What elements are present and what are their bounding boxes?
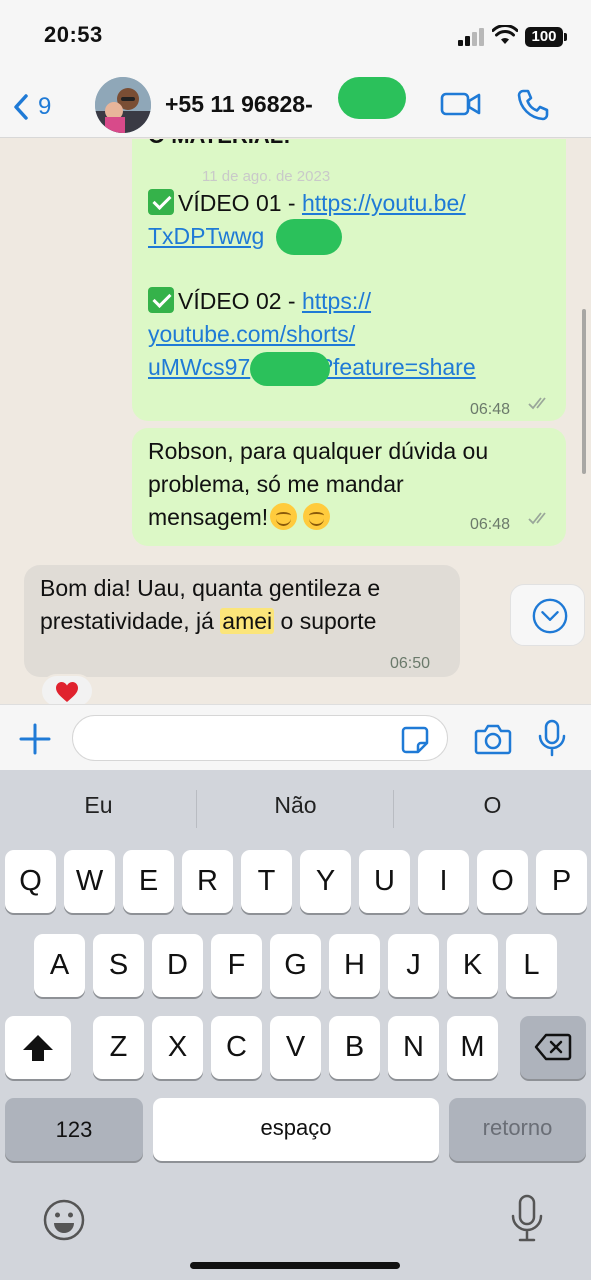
key-u[interactable]: U [359,850,410,913]
key-y[interactable]: Y [300,850,351,913]
contact-name[interactable]: +55 11 96828- [165,91,313,118]
key-r[interactable]: R [182,850,233,913]
message-time: 06:50 [390,655,431,672]
video-2-line-2: youtube.com/shorts/ [148,318,355,351]
backspace-key[interactable] [520,1016,586,1079]
key-b[interactable]: B [329,1016,380,1079]
key-o[interactable]: O [477,850,528,913]
check-mark-icon [148,189,174,215]
scroll-indicator[interactable] [582,309,586,474]
key-h[interactable]: H [329,934,380,997]
key-e[interactable]: E [123,850,174,913]
battery-icon: 100 [525,27,567,47]
read-ticks-icon [528,397,546,410]
heart-reaction[interactable] [40,674,94,704]
key-t[interactable]: T [241,850,292,913]
phone-icon[interactable] [515,87,551,123]
key-f[interactable]: F [211,934,262,997]
dictation-microphone-icon[interactable] [510,1194,544,1242]
key-p[interactable]: P [536,850,587,913]
chat-area[interactable]: O MATERIAL: 11 de ago. de 2023 VÍDEO 01 … [0,139,591,704]
key-n[interactable]: N [388,1016,439,1079]
video-1-link[interactable]: https://youtu.be/ [302,190,466,216]
prediction-3[interactable]: O [394,792,591,819]
space-key[interactable]: espaço [153,1098,439,1161]
video-1-link-cont[interactable]: TxDPTwwg [148,223,264,249]
key-v[interactable]: V [270,1016,321,1079]
message-input-bar [0,704,591,770]
redaction-mark [276,219,342,255]
highlighted-word: amei [220,608,275,634]
message-time: 06:48 [470,401,511,418]
redaction-mark [338,77,406,119]
incoming-message[interactable]: Bom dia! Uau, quanta gentileza e prestat… [24,565,460,677]
video-call-icon[interactable] [440,89,482,119]
key-g[interactable]: G [270,934,321,997]
key-a[interactable]: A [34,934,85,997]
smiling-face-icon [270,503,298,530]
read-ticks-icon [528,512,546,525]
key-j[interactable]: J [388,934,439,997]
emoji-icon[interactable] [42,1198,86,1242]
key-m[interactable]: M [447,1016,498,1079]
plus-icon[interactable] [18,722,52,756]
key-c[interactable]: C [211,1016,262,1079]
key-x[interactable]: X [152,1016,203,1079]
home-indicator[interactable] [190,1262,400,1269]
microphone-icon[interactable] [537,719,567,757]
numbers-key[interactable]: 123 [5,1098,143,1161]
key-z[interactable]: Z [93,1016,144,1079]
status-time: 20:53 [44,22,103,47]
prediction-2[interactable]: Não [197,792,394,819]
key-w[interactable]: W [64,850,115,913]
shift-key[interactable] [5,1016,71,1079]
prediction-bar: Eu Não O [0,770,591,848]
camera-icon[interactable] [474,723,512,755]
video-2-link-cont[interactable]: youtube.com/shorts/ [148,321,355,347]
check-mark-icon [148,287,174,313]
video-2-link-cont-2[interactable]: uMWcs97 [148,354,250,380]
outgoing-message[interactable]: O MATERIAL: 11 de ago. de 2023 VÍDEO 01 … [132,139,566,421]
video-2-link-cont-3[interactable]: ?feature=share [320,354,475,380]
video-2-link[interactable]: https:// [302,288,371,314]
smiling-face-icon [303,503,331,530]
scroll-to-bottom-button[interactable] [510,584,585,646]
video-1-line: VÍDEO 01 - https://youtu.be/ [148,187,466,220]
chevron-left-icon [14,94,28,120]
key-i[interactable]: I [418,850,469,913]
backspace-icon [534,1033,572,1061]
key-d[interactable]: D [152,934,203,997]
key-s[interactable]: S [93,934,144,997]
video-1-line-2: TxDPTwwg [148,220,264,253]
avatar[interactable] [95,77,151,133]
unread-count: 9 [38,93,52,120]
heart-icon [56,682,78,702]
shift-arrow-icon [23,1035,53,1061]
message-text: O MATERIAL: [148,139,291,152]
video-2-line: VÍDEO 02 - https:// [148,285,371,318]
key-l[interactable]: L [506,934,557,997]
redaction-mark [250,352,330,386]
message-input[interactable] [72,715,448,761]
back-button[interactable]: 9 [12,87,51,127]
cellular-signal-icon [458,28,484,46]
key-q[interactable]: Q [5,850,56,913]
chat-header: 9 +55 11 96828- [0,75,591,138]
message-text: Robson, para qualquer dúvida ou problema… [148,438,489,530]
outgoing-message[interactable]: Robson, para qualquer dúvida ou problema… [132,428,566,546]
return-key[interactable]: retorno [449,1098,586,1161]
wifi-icon [492,25,518,44]
chevron-down-circle-icon [532,598,568,634]
message-text: Bom dia! Uau, quanta gentileza e prestat… [40,575,381,634]
prediction-1[interactable]: Eu [0,792,197,819]
status-bar: 20:53 100 [0,0,591,75]
key-k[interactable]: K [447,934,498,997]
keyboard: Eu Não O Q W E R T Y U I O P A S D F G H… [0,770,591,1280]
sticker-icon[interactable] [400,725,430,755]
message-time: 06:48 [470,516,511,533]
